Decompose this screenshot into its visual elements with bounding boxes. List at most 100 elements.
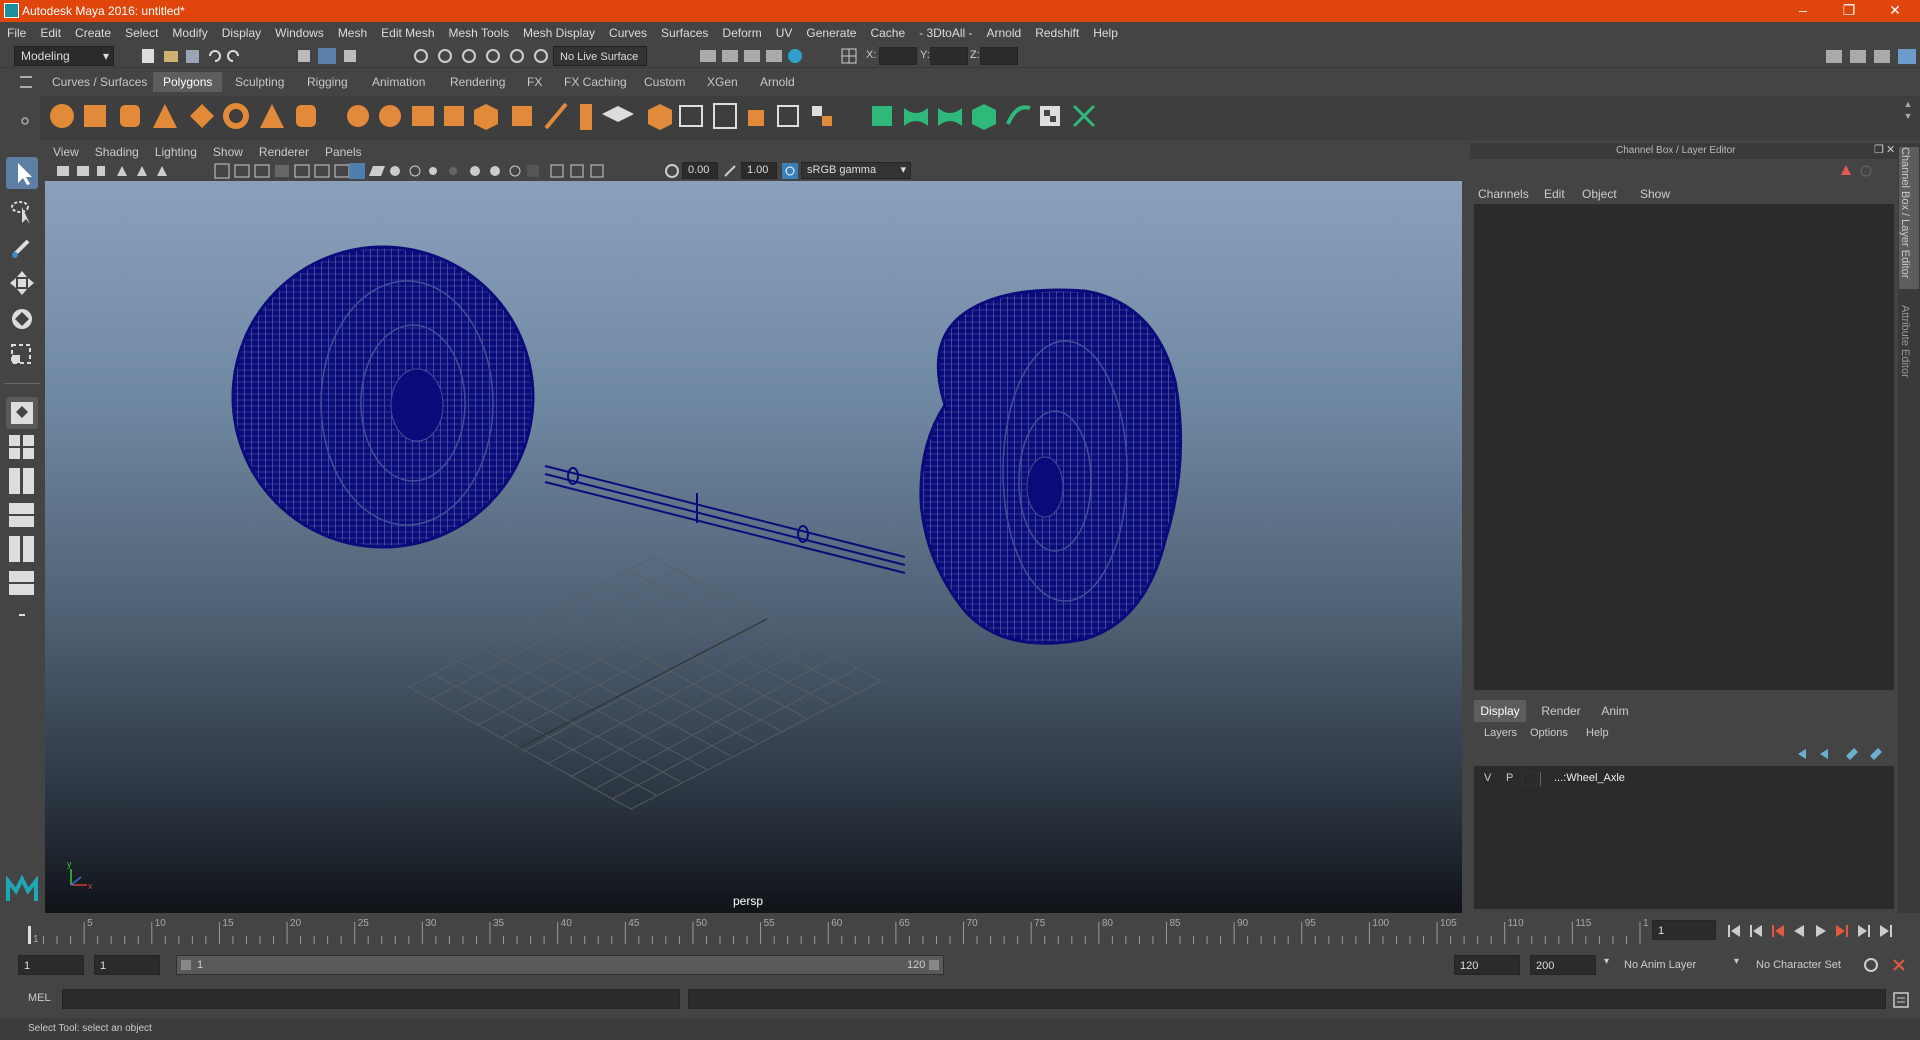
layer-row[interactable]: V P ...:Wheel_Axle bbox=[1478, 770, 1888, 788]
viewport-menu-lighting[interactable]: Lighting bbox=[147, 143, 205, 161]
persp-graph-layout-icon[interactable] bbox=[6, 533, 38, 565]
script-editor-icon[interactable] bbox=[1892, 991, 1910, 1009]
shelf-scroll-arrows[interactable]: ▲ ▼ bbox=[1902, 98, 1914, 138]
mode-selector[interactable]: Modeling ▾ bbox=[14, 46, 114, 66]
menu-arnold[interactable]: Arnold bbox=[980, 22, 1029, 44]
menu-3dtoall[interactable]: - 3DtoAll - bbox=[912, 22, 979, 44]
range-slider[interactable]: 1 120 bbox=[176, 955, 944, 975]
tab-animation[interactable]: Animation bbox=[362, 72, 435, 92]
lasso-tool-icon[interactable] bbox=[6, 195, 38, 227]
persp-outliner-layout-icon[interactable] bbox=[6, 499, 38, 531]
layer-playback-toggle[interactable]: P bbox=[1506, 772, 1513, 784]
command-language-label[interactable]: MEL bbox=[28, 992, 51, 1004]
layer-menu-options[interactable]: Options bbox=[1530, 727, 1568, 739]
menu-windows[interactable]: Windows bbox=[268, 22, 331, 44]
collapse-toolbox-icon[interactable] bbox=[6, 605, 38, 637]
layer-color-swatch[interactable] bbox=[1540, 772, 1554, 786]
menu-deform[interactable]: Deform bbox=[715, 22, 768, 44]
menu-mesh-display[interactable]: Mesh Display bbox=[516, 22, 602, 44]
shelf-settings-icon[interactable] bbox=[20, 107, 30, 127]
tab-rendering[interactable]: Rendering bbox=[440, 72, 515, 92]
viewport-menu-view[interactable]: View bbox=[45, 143, 87, 161]
chevron-down-icon[interactable]: ▾ bbox=[1734, 956, 1739, 967]
channel-list-area[interactable] bbox=[1474, 204, 1894, 690]
time-slider[interactable]: 1 5 10 15 20 25 30 35 40 45 50 55 60 65 70 75 80 85 90 95 10… bbox=[28, 914, 1660, 945]
two-pane-layout-icon[interactable] bbox=[6, 465, 38, 497]
x-field[interactable] bbox=[879, 47, 917, 65]
scale-tool-icon[interactable] bbox=[6, 339, 38, 371]
restore-icon[interactable]: ❐ bbox=[1826, 0, 1872, 22]
menu-uv[interactable]: UV bbox=[769, 22, 800, 44]
color-space-select[interactable]: sRGB gamma ▾ bbox=[801, 162, 911, 179]
side-tab-attribute-editor[interactable]: Attribute Editor bbox=[1899, 305, 1919, 395]
menu-edit-mesh[interactable]: Edit Mesh bbox=[374, 22, 441, 44]
minimize-icon[interactable]: – bbox=[1780, 0, 1826, 22]
viewport-menu-show[interactable]: Show bbox=[205, 143, 251, 161]
channel-menu-edit[interactable]: Edit bbox=[1544, 187, 1565, 201]
menu-surfaces[interactable]: Surfaces bbox=[654, 22, 715, 44]
chevron-down-icon[interactable]: ▾ bbox=[1604, 956, 1609, 967]
rotate-tool-icon[interactable] bbox=[6, 303, 38, 335]
channel-menu-show[interactable]: Show bbox=[1640, 187, 1670, 201]
close-icon[interactable]: ✕ bbox=[1872, 0, 1918, 22]
color-management-icon[interactable] bbox=[781, 162, 799, 180]
range-end-handle[interactable] bbox=[929, 960, 939, 970]
tab-curves-surfaces[interactable]: Curves / Surfaces bbox=[42, 72, 157, 92]
current-frame-field[interactable]: 1 bbox=[1652, 920, 1716, 940]
animation-start-field[interactable]: 1 bbox=[18, 955, 84, 975]
menu-mesh[interactable]: Mesh bbox=[331, 22, 374, 44]
menu-generate[interactable]: Generate bbox=[799, 22, 863, 44]
viewport-menu-renderer[interactable]: Renderer bbox=[251, 143, 317, 161]
tab-sculpting[interactable]: Sculpting bbox=[225, 72, 294, 92]
animation-end-field[interactable]: 200 bbox=[1530, 955, 1596, 975]
tab-fx[interactable]: FX bbox=[517, 72, 552, 92]
layer-menu-help[interactable]: Help bbox=[1586, 727, 1609, 739]
menu-select[interactable]: Select bbox=[118, 22, 165, 44]
menu-file[interactable]: File bbox=[0, 22, 33, 44]
layer-display-type-toggle[interactable] bbox=[1522, 772, 1538, 786]
input-mode-icon[interactable] bbox=[840, 47, 858, 65]
select-tool-icon[interactable] bbox=[6, 157, 38, 189]
menu-curves[interactable]: Curves bbox=[602, 22, 654, 44]
layer-tab-display[interactable]: Display bbox=[1474, 700, 1526, 722]
gamma-icon[interactable] bbox=[721, 162, 739, 180]
z-field[interactable] bbox=[980, 47, 1018, 65]
exposure-field[interactable]: 0.00 bbox=[682, 162, 718, 179]
layer-tab-anim[interactable]: Anim bbox=[1592, 700, 1638, 722]
paint-select-tool-icon[interactable] bbox=[6, 231, 38, 263]
persp-hypershade-layout-icon[interactable] bbox=[6, 567, 38, 599]
range-start-handle[interactable] bbox=[181, 960, 191, 970]
menu-modify[interactable]: Modify bbox=[165, 22, 214, 44]
side-tab-channel-box[interactable]: Channel Box / Layer Editor bbox=[1899, 147, 1919, 289]
channel-menu-channels[interactable]: Channels bbox=[1478, 187, 1529, 201]
viewport-menu-shading[interactable]: Shading bbox=[87, 143, 147, 161]
tab-rigging[interactable]: Rigging bbox=[297, 72, 358, 92]
y-field[interactable] bbox=[930, 47, 968, 65]
float-panel-icon[interactable]: ❐ bbox=[1874, 143, 1884, 156]
channel-menu-object[interactable]: Object bbox=[1582, 187, 1617, 201]
shelf-menu-icon[interactable] bbox=[20, 76, 32, 88]
tab-custom[interactable]: Custom bbox=[634, 72, 695, 92]
perspective-viewport[interactable]: y x persp bbox=[45, 181, 1462, 913]
menu-cache[interactable]: Cache bbox=[863, 22, 912, 44]
anim-layer-select[interactable]: No Anim Layer bbox=[1618, 955, 1742, 975]
tab-fx-caching[interactable]: FX Caching bbox=[554, 72, 637, 92]
menu-edit[interactable]: Edit bbox=[33, 22, 68, 44]
menu-help[interactable]: Help bbox=[1086, 22, 1125, 44]
gamma-field[interactable]: 1.00 bbox=[741, 162, 777, 179]
playback-end-field[interactable]: 120 bbox=[1454, 955, 1520, 975]
four-pane-layout-icon[interactable] bbox=[6, 431, 38, 463]
layer-visibility-toggle[interactable]: V bbox=[1484, 772, 1491, 784]
single-pane-layout-icon[interactable] bbox=[6, 397, 38, 429]
menu-display[interactable]: Display bbox=[215, 22, 268, 44]
current-time-marker[interactable] bbox=[28, 926, 31, 944]
tab-arnold[interactable]: Arnold bbox=[750, 72, 805, 92]
command-input[interactable] bbox=[62, 989, 680, 1009]
live-surface-field[interactable]: No Live Surface bbox=[553, 46, 647, 66]
menu-redshift[interactable]: Redshift bbox=[1028, 22, 1086, 44]
close-panel-icon[interactable]: ✕ bbox=[1886, 143, 1895, 156]
layer-tab-render[interactable]: Render bbox=[1534, 700, 1588, 722]
move-tool-icon[interactable] bbox=[6, 267, 38, 299]
viewport-menu-panels[interactable]: Panels bbox=[317, 143, 370, 161]
tab-xgen[interactable]: XGen bbox=[697, 72, 748, 92]
